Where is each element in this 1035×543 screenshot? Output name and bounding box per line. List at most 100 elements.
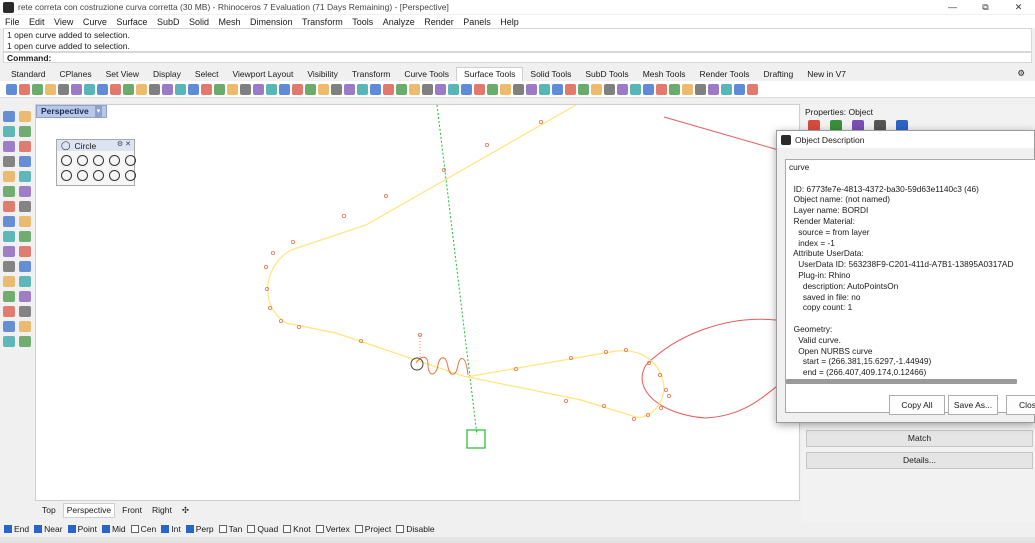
tab-render-tools[interactable]: Render Tools xyxy=(693,68,757,81)
left-tool-icon[interactable] xyxy=(3,201,15,212)
menu-subd[interactable]: SubD xyxy=(157,17,180,27)
tab-cplanes[interactable]: CPlanes xyxy=(53,68,99,81)
left-tool-icon[interactable] xyxy=(3,216,15,227)
toolbar-tool-icon[interactable] xyxy=(201,83,212,95)
left-tool-icon[interactable] xyxy=(3,156,15,167)
osnap-checkbox[interactable] xyxy=(4,524,12,533)
osnap-point[interactable]: Point xyxy=(67,524,97,534)
toolbar-tool-icon[interactable] xyxy=(227,83,238,95)
viewport-tab-top[interactable]: Top xyxy=(39,504,59,517)
toolbar-tool-icon[interactable] xyxy=(708,83,719,95)
left-tool-icon[interactable] xyxy=(3,291,15,302)
toolbar-tool-icon[interactable] xyxy=(682,83,693,95)
toolbar-tool-icon[interactable] xyxy=(110,83,121,95)
toolbar-tool-icon[interactable] xyxy=(396,83,407,95)
left-tool-icon[interactable] xyxy=(3,141,15,152)
toolbar-tool-icon[interactable] xyxy=(513,83,524,95)
viewport-tab-perspective[interactable]: Perspective xyxy=(62,502,116,518)
tab-surface-tools[interactable]: Surface Tools xyxy=(456,67,524,81)
left-tool-icon[interactable] xyxy=(3,276,15,287)
toolbar-tool-icon[interactable] xyxy=(214,83,225,95)
menu-curve[interactable]: Curve xyxy=(83,17,107,27)
osnap-perp[interactable]: Perp xyxy=(185,524,214,534)
toolbar-tool-icon[interactable] xyxy=(669,83,680,95)
match-button[interactable]: Match xyxy=(806,430,1033,447)
left-tool-icon[interactable] xyxy=(19,291,31,302)
circle-tool-icon[interactable] xyxy=(61,170,72,181)
spring-curve[interactable] xyxy=(415,356,469,376)
toolbar-tool-icon[interactable] xyxy=(318,83,329,95)
toolbar-tool-icon[interactable] xyxy=(487,83,498,95)
toolbar-tool-icon[interactable] xyxy=(409,83,420,95)
viewport-tab-front[interactable]: Front xyxy=(119,504,145,517)
osnap-checkbox[interactable] xyxy=(247,524,256,533)
tab-transform[interactable]: Transform xyxy=(345,68,397,81)
left-tool-icon[interactable] xyxy=(19,231,31,242)
left-tool-icon[interactable] xyxy=(19,306,31,317)
osnap-tan[interactable]: Tan xyxy=(218,524,242,534)
toolbar-tool-icon[interactable] xyxy=(747,83,758,95)
circle-tool-icon[interactable] xyxy=(109,155,120,166)
viewport-name[interactable]: Perspective xyxy=(41,106,89,117)
toolbar-tool-icon[interactable] xyxy=(734,83,745,95)
menu-view[interactable]: View xyxy=(54,17,73,27)
restore-icon[interactable]: ⧉ xyxy=(969,0,1002,14)
toolbar-tool-icon[interactable] xyxy=(461,83,472,95)
toolbar-tool-icon[interactable] xyxy=(266,83,277,95)
toolbar-gear-icon[interactable]: ⚙ xyxy=(1010,67,1032,80)
osnap-checkbox[interactable] xyxy=(315,524,324,533)
menu-panels[interactable]: Panels xyxy=(463,17,491,27)
menu-help[interactable]: Help xyxy=(500,17,519,27)
toolbar-tool-icon[interactable] xyxy=(448,83,459,95)
toolbar-tool-icon[interactable] xyxy=(32,83,43,95)
toolbar-tool-icon[interactable] xyxy=(19,83,30,95)
toolbar-tool-icon[interactable] xyxy=(279,83,290,95)
osnap-quad[interactable]: Quad xyxy=(247,524,278,534)
osnap-project[interactable]: Project xyxy=(354,524,391,534)
toolbar-tool-icon[interactable] xyxy=(253,83,264,95)
toolbar-tool-icon[interactable] xyxy=(422,83,433,95)
osnap-checkbox[interactable] xyxy=(34,524,43,533)
toolbar-tool-icon[interactable] xyxy=(539,83,550,95)
left-tool-icon[interactable] xyxy=(3,126,15,137)
left-tool-icon[interactable] xyxy=(19,336,31,347)
selected-curve[interactable] xyxy=(267,105,665,418)
osnap-disable[interactable]: Disable xyxy=(396,524,435,534)
osnap-int[interactable]: Int xyxy=(161,524,181,534)
left-tool-icon[interactable] xyxy=(3,231,15,242)
toolbar-tool-icon[interactable] xyxy=(604,83,615,95)
left-tool-icon[interactable] xyxy=(19,156,31,167)
viewport-menu-arrow-icon[interactable]: ▾ xyxy=(94,106,103,117)
tab-viewport-layout[interactable]: Viewport Layout xyxy=(226,68,301,81)
menu-transform[interactable]: Transform xyxy=(302,17,343,27)
toolbar-tool-icon[interactable] xyxy=(578,83,589,95)
green-gumball-box[interactable] xyxy=(466,429,486,449)
command-input[interactable]: Command: xyxy=(3,52,1032,63)
perspective-viewport[interactable] xyxy=(35,104,800,501)
toolbar-tool-icon[interactable] xyxy=(721,83,732,95)
left-tool-icon[interactable] xyxy=(19,126,31,137)
menu-tools[interactable]: Tools xyxy=(352,17,373,27)
tab-visibility[interactable]: Visibility xyxy=(300,68,345,81)
menu-dimension[interactable]: Dimension xyxy=(250,17,293,27)
left-tool-icon[interactable] xyxy=(19,186,31,197)
tab-curve-tools[interactable]: Curve Tools xyxy=(397,68,456,81)
left-tool-icon[interactable] xyxy=(3,246,15,257)
left-tool-icon[interactable] xyxy=(19,246,31,257)
osnap-end[interactable]: End xyxy=(4,524,29,534)
osnap-knot[interactable]: Knot xyxy=(283,524,311,534)
left-tool-icon[interactable] xyxy=(3,306,15,317)
tab-solid-tools[interactable]: Solid Tools xyxy=(523,68,578,81)
viewport-title-tab[interactable]: Perspective ▾ xyxy=(36,105,108,118)
toolbar-tool-icon[interactable] xyxy=(240,83,251,95)
menu-mesh[interactable]: Mesh xyxy=(218,17,240,27)
toolbar-tool-icon[interactable] xyxy=(305,83,316,95)
toolbar-tool-icon[interactable] xyxy=(617,83,628,95)
toolbar-tool-icon[interactable] xyxy=(591,83,602,95)
toolbar-tool-icon[interactable] xyxy=(331,83,342,95)
toolbar-tool-icon[interactable] xyxy=(175,83,186,95)
toolbar-tool-icon[interactable] xyxy=(84,83,95,95)
osnap-checkbox[interactable] xyxy=(130,524,139,533)
viewport-canvas[interactable] xyxy=(36,105,800,501)
left-tool-icon[interactable] xyxy=(3,261,15,272)
